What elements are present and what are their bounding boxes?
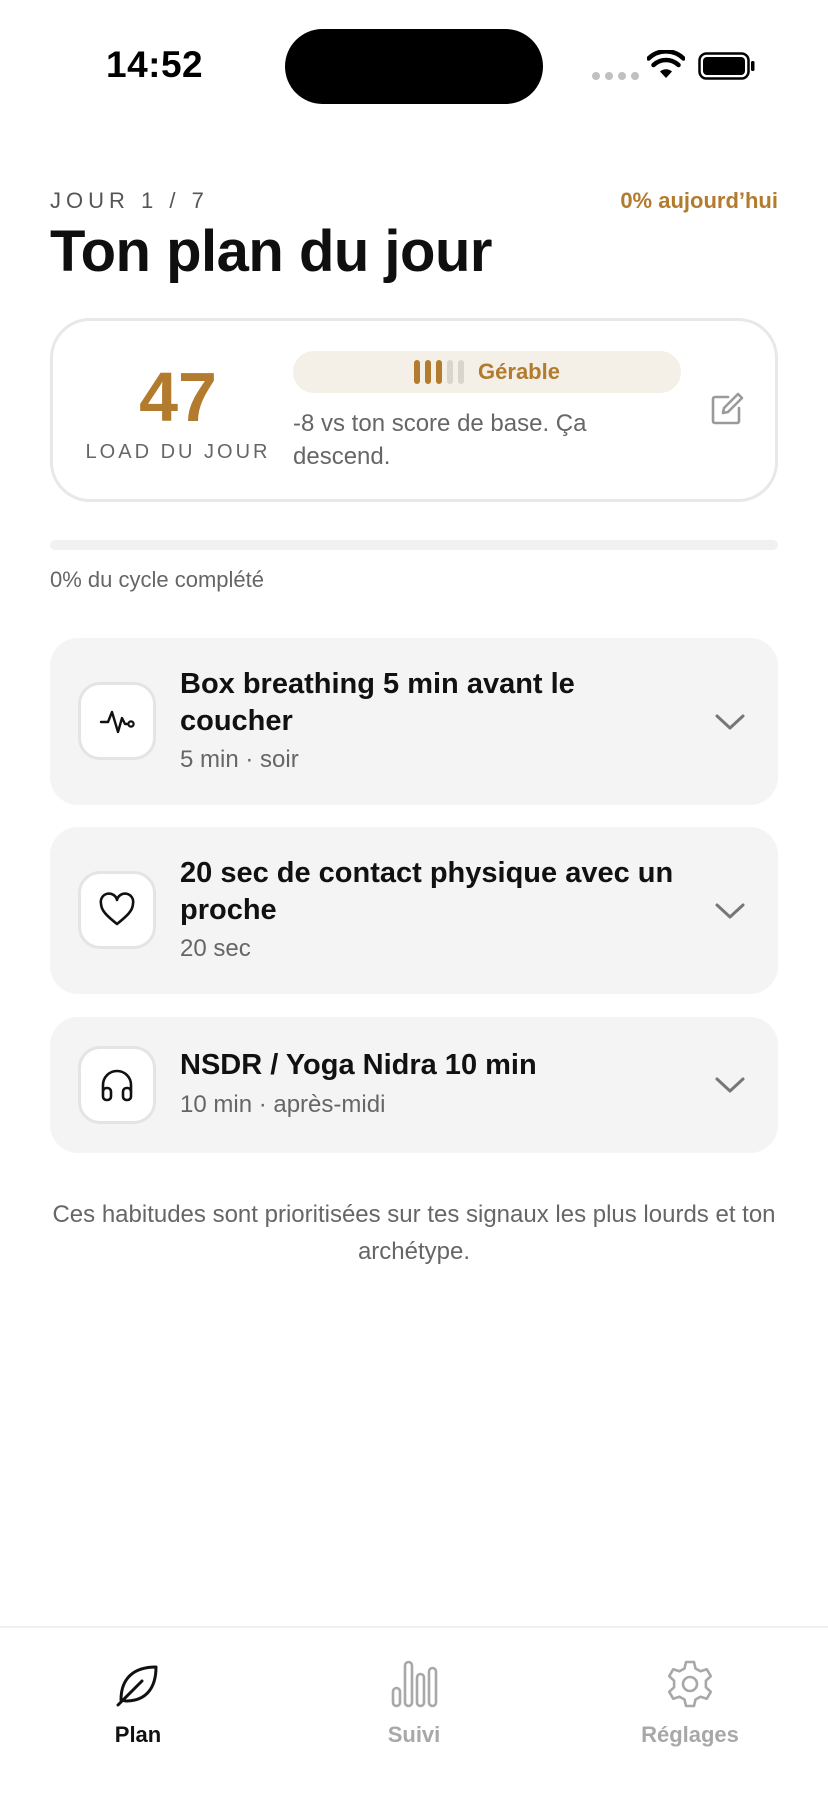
tab-suivi[interactable]: Suivi bbox=[334, 1658, 494, 1748]
habit-meta: 10 min · après-midi bbox=[180, 1091, 386, 1118]
page-title: Ton plan du jour bbox=[50, 219, 492, 284]
habit-icon-box bbox=[78, 682, 156, 760]
habit-title: NSDR / Yoga Nidra 10 min bbox=[180, 1049, 537, 1081]
habit-meta: 20 sec bbox=[180, 935, 251, 962]
load-label: LOAD DU JOUR bbox=[85, 441, 271, 463]
cycle-progress-bar bbox=[50, 540, 778, 550]
dynamic-island bbox=[285, 29, 543, 104]
level-bar bbox=[425, 360, 432, 384]
leaf-icon bbox=[116, 1665, 158, 1707]
cycle-progress-label: 0% du cycle complété bbox=[50, 567, 264, 592]
pulse-icon bbox=[99, 710, 135, 734]
tab-bar: Plan Suivi Réglages bbox=[0, 1626, 828, 1800]
bar-chart-icon bbox=[391, 1660, 438, 1708]
cellular-signal-icon bbox=[592, 72, 639, 80]
edit-icon[interactable] bbox=[709, 391, 745, 427]
habit-title: 20 sec de contact physique avec un proch… bbox=[180, 857, 674, 926]
load-card: 47 LOAD DU JOUR Gérable -8 vs ton score … bbox=[50, 318, 778, 502]
status-time: 14:52 bbox=[106, 44, 204, 85]
level-bar bbox=[458, 360, 465, 384]
tab-plan[interactable]: Plan bbox=[58, 1658, 218, 1748]
level-bars-icon bbox=[414, 360, 465, 384]
level-bar bbox=[447, 360, 454, 384]
gear-icon bbox=[667, 1660, 713, 1708]
wifi-icon bbox=[647, 50, 685, 78]
status-badge-label: Gérable bbox=[478, 359, 560, 384]
level-bar bbox=[414, 360, 421, 384]
habit-card-nsdr[interactable]: NSDR / Yoga Nidra 10 min 10 min · après-… bbox=[50, 1017, 778, 1153]
status-badge: Gérable bbox=[293, 351, 681, 393]
habit-card-breathing[interactable]: Box breathing 5 min avant le coucher 5 m… bbox=[50, 638, 778, 805]
habit-icon-box bbox=[78, 871, 156, 949]
day-counter: JOUR 1 / 7 bbox=[50, 188, 209, 213]
today-progress: 0% aujourd’hui bbox=[620, 188, 778, 213]
chevron-down-icon[interactable] bbox=[714, 901, 746, 921]
load-description: -8 vs ton score de base. Ça descend. bbox=[293, 410, 587, 470]
chevron-down-icon[interactable] bbox=[714, 712, 746, 732]
chevron-down-icon[interactable] bbox=[714, 1075, 746, 1095]
habit-title: Box breathing 5 min avant le coucher bbox=[180, 668, 575, 737]
tab-label: Réglages bbox=[641, 1722, 739, 1747]
headphones-icon bbox=[101, 1069, 133, 1102]
habit-icon-box bbox=[78, 1046, 156, 1124]
tab-label: Suivi bbox=[387, 1722, 441, 1747]
footnote: Ces habitudes sont prioritisées sur tes … bbox=[52, 1201, 776, 1265]
load-value: 47 bbox=[139, 358, 217, 436]
habit-meta: 5 min · soir bbox=[180, 746, 299, 773]
battery-icon bbox=[698, 52, 755, 80]
status-bar: 14:52 bbox=[0, 0, 828, 130]
level-bar bbox=[436, 360, 443, 384]
habit-card-contact[interactable]: 20 sec de contact physique avec un proch… bbox=[50, 827, 778, 994]
tab-reglages[interactable]: Réglages bbox=[610, 1658, 770, 1748]
tab-label: Plan bbox=[114, 1722, 162, 1747]
heart-icon bbox=[99, 892, 135, 926]
